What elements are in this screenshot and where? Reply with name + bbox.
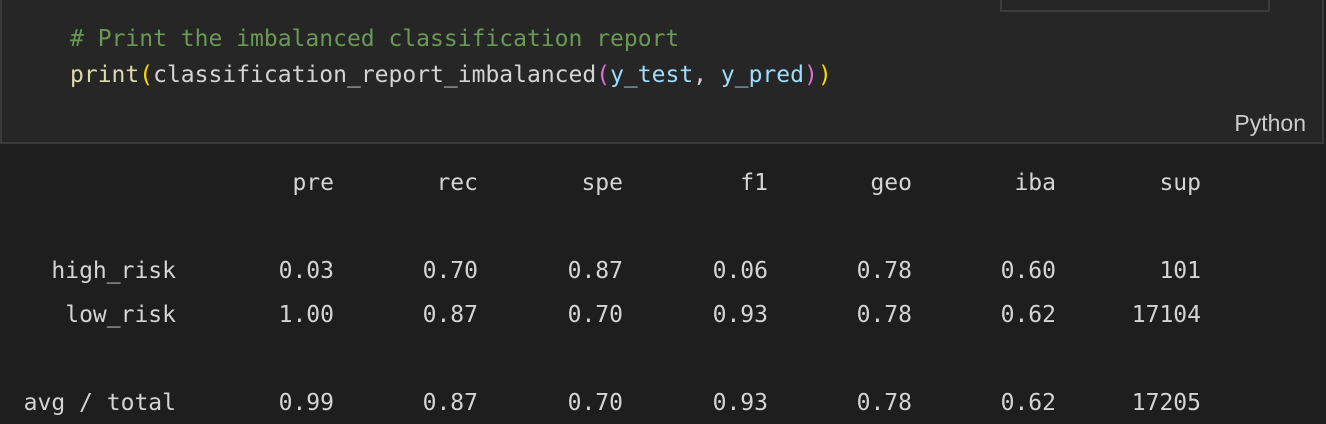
row-label-low-risk: low_risk [65,302,176,328]
table-cell: 0.78 [856,258,912,284]
table-cell: 0.03 [278,258,334,284]
table-cell: 0.62 [1000,302,1056,328]
table-cell: 0.70 [567,390,623,416]
code-comment: # Print the imbalanced classification re… [70,26,680,52]
code-print-func: print [70,62,140,88]
table-cell: 0.87 [422,302,478,328]
header-rec: rec [436,170,478,196]
header-pre: pre [292,170,334,196]
cell-output: pre rec spe f1 geo iba sup high_risk 0.0… [0,146,1326,424]
header-iba: iba [1014,170,1056,196]
row-label-avg-total: avg / total [23,390,176,416]
code-cell[interactable]: # Print the imbalanced classification re… [0,0,1324,144]
language-label[interactable]: Python [1234,110,1306,137]
cell-toolbar [1000,0,1270,12]
table-cell: 0.87 [422,390,478,416]
table-cell: 17205 [1131,390,1201,416]
table-cell: 17104 [1131,302,1201,328]
table-cell: 0.62 [1000,390,1056,416]
table-cell: 0.70 [567,302,623,328]
code-arg-y-pred: y_pred [720,62,804,88]
table-cell: 0.78 [856,390,912,416]
code-print-line: print(classification_report_imbalanced(y… [70,60,832,90]
header-sup: sup [1159,170,1201,196]
table-cell: 0.70 [422,258,478,284]
code-paren-open: ( [139,62,154,88]
code-paren-close-inner: ) [803,62,818,88]
table-cell: 0.87 [567,258,623,284]
code-arg-sep: , [693,62,721,88]
table-cell: 0.93 [712,302,768,328]
table-cell: 101 [1159,258,1201,284]
header-spe: spe [581,170,623,196]
table-cell: 0.93 [712,390,768,416]
code-arg-y-test: y_test [610,62,694,88]
header-f1: f1 [740,170,768,196]
code-paren-close: ) [817,62,832,88]
table-cell: 0.60 [1000,258,1056,284]
code-comment-line: # Print the imbalanced classification re… [70,24,679,54]
table-cell: 0.06 [712,258,768,284]
table-cell: 1.00 [278,302,334,328]
code-inner-func: classification_report_imbalanced [153,62,597,88]
header-geo: geo [870,170,912,196]
table-cell: 0.99 [278,390,334,416]
code-paren-open-inner: ( [596,62,611,88]
table-cell: 0.78 [856,302,912,328]
row-label-high-risk: high_risk [51,258,176,284]
